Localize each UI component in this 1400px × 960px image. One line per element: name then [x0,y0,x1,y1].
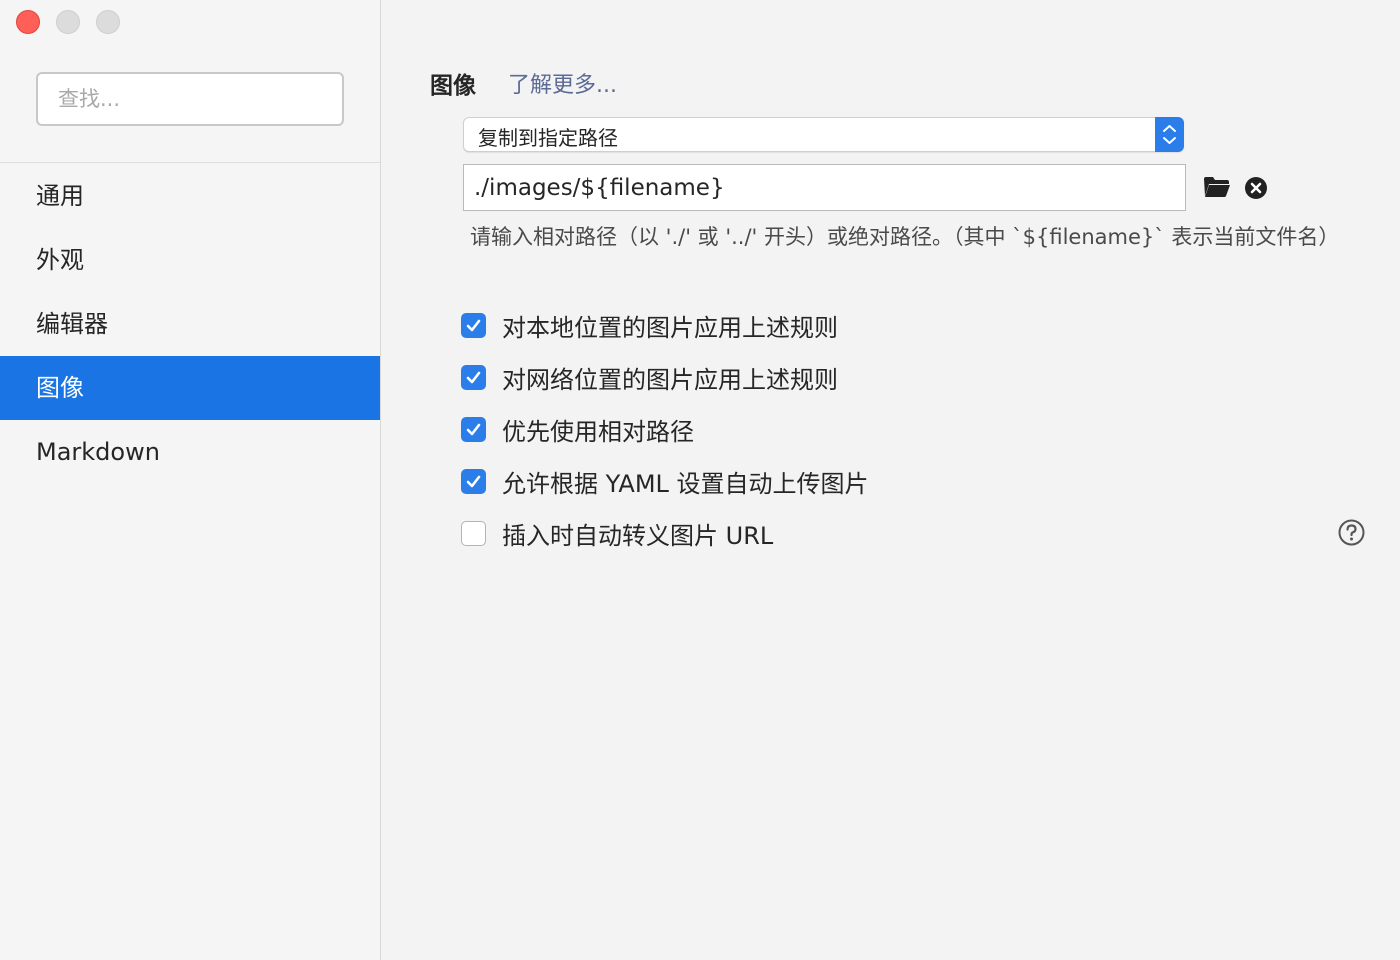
search-input[interactable] [36,72,344,126]
checkbox-checked[interactable] [461,416,486,442]
checkbox-checked[interactable] [461,364,486,390]
option-label: 插入时自动转义图片 URL [502,521,774,550]
close-window-button[interactable] [16,10,40,34]
option-prefer-relative[interactable]: 优先使用相对路径 [461,412,694,446]
section-title: 图像 [430,73,476,99]
preferences-window: 通用 外观 编辑器 图像 Markdown 图像 了解更多... 复制到指定路径 [0,0,1400,960]
option-label: 对本地位置的图片应用上述规则 [502,313,838,342]
sidebar-item-general[interactable]: 通用 [0,164,380,228]
sidebar-item-appearance[interactable]: 外观 [0,228,380,292]
sidebar-item-image[interactable]: 图像 [0,356,380,420]
checkbox-checked[interactable] [461,312,486,338]
up-down-chevron-icon [1155,117,1184,152]
option-apply-local[interactable]: 对本地位置的图片应用上述规则 [461,308,838,342]
settings-panel: 图像 了解更多... 复制到指定路径 请 [381,0,1400,960]
path-hint-text: 请输入相对路径（以 './' 或 '../' 开头）或绝对路径。（其中 `${f… [470,225,1340,249]
option-escape-url[interactable]: 插入时自动转义图片 URL [461,516,773,550]
checkbox-checked[interactable] [461,468,486,494]
question-circle-icon[interactable] [1338,519,1365,546]
sidebar-item-markdown[interactable]: Markdown [0,420,380,484]
learn-more-link[interactable]: 了解更多... [508,67,617,99]
select-value: 复制到指定路径 [478,126,618,150]
minimize-window-button[interactable] [56,10,80,34]
option-apply-network[interactable]: 对网络位置的图片应用上述规则 [461,360,838,394]
zoom-window-button[interactable] [96,10,120,34]
option-label: 优先使用相对路径 [502,417,694,446]
sidebar: 通用 外观 编辑器 图像 Markdown [0,0,381,960]
folder-icon[interactable] [1203,175,1231,199]
clear-circle-icon[interactable] [1244,176,1268,200]
window-controls [16,10,120,34]
sidebar-nav: 通用 外观 编辑器 图像 Markdown [0,164,380,484]
option-label: 允许根据 YAML 设置自动上传图片 [502,469,869,498]
image-path-input[interactable] [463,164,1186,211]
option-yaml-upload[interactable]: 允许根据 YAML 设置自动上传图片 [461,464,869,498]
sidebar-divider [0,162,380,163]
option-label: 对网络位置的图片应用上述规则 [502,365,838,394]
image-action-select[interactable]: 复制到指定路径 [463,117,1184,152]
checkbox-unchecked[interactable] [461,520,486,546]
sidebar-item-editor[interactable]: 编辑器 [0,292,380,356]
